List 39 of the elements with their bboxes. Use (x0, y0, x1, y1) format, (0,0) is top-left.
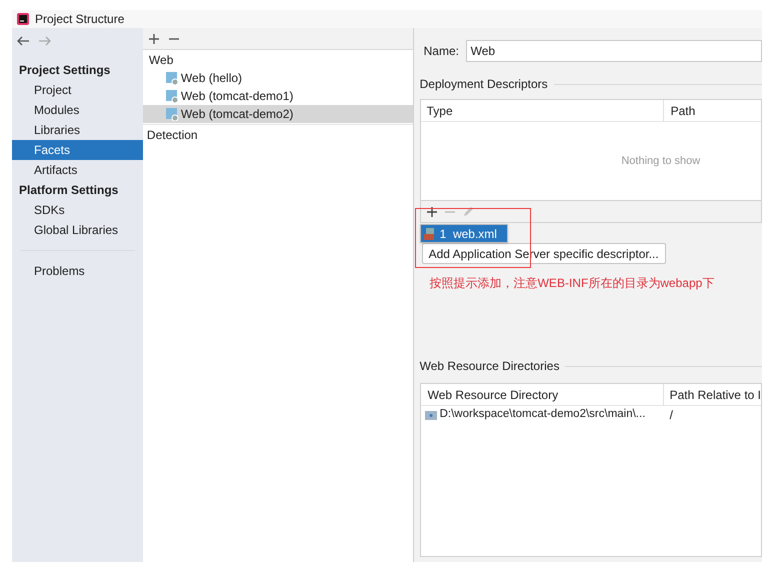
folder-icon (424, 410, 437, 420)
name-field[interactable]: Web (466, 40, 762, 62)
pencil-icon[interactable] (462, 206, 474, 217)
sidebar-item[interactable]: Project (12, 80, 143, 100)
section-title: Deployment Descriptors (420, 76, 548, 93)
table-cell-text: / (668, 407, 673, 424)
tree-item[interactable]: Web (tomcat-demo2) (142, 105, 413, 123)
web-facet-icon (166, 108, 179, 120)
column-header[interactable]: Path (664, 100, 761, 121)
xml-file-icon (424, 228, 436, 240)
sidebar-item[interactable]: Libraries (12, 120, 143, 140)
tree-group-label: Detection (142, 124, 413, 144)
tree-item[interactable]: Web (tomcat-demo1) (142, 87, 413, 105)
column-header[interactable]: Type (420, 100, 664, 121)
back-arrow-icon[interactable] (16, 36, 30, 46)
window-title: Project Structure (35, 11, 124, 28)
section-heading: Project Settings (18, 62, 112, 79)
tree-group-label: Web (148, 52, 174, 69)
sidebar-item[interactable]: Modules (12, 100, 143, 120)
sidebar-item[interactable]: Artifacts (12, 160, 143, 180)
popup-menu-item[interactable]: 1 web.xml (420, 225, 507, 242)
column-header[interactable]: Web Resource Directory (420, 384, 664, 405)
section-title: Web Resource Directories (420, 358, 560, 375)
app-logo-icon (17, 13, 29, 25)
empty-message: Nothing to show (620, 154, 700, 169)
add-icon[interactable] (148, 34, 159, 44)
column-header[interactable]: Path Relative to I (664, 384, 761, 405)
web-facet-icon (166, 90, 179, 102)
name-label: Name: (422, 43, 460, 60)
section-heading: Platform Settings (18, 182, 120, 199)
annotation-note: 按照提示添加，注意WEB-INF所在的目录为webapp下 (428, 275, 716, 292)
add-icon[interactable] (426, 206, 437, 216)
tree-item[interactable]: Web (hello) (142, 69, 413, 87)
web-facet-icon (166, 72, 179, 84)
sidebar-item[interactable]: Problems (12, 261, 143, 281)
sidebar-item[interactable]: Facets (12, 140, 143, 160)
sidebar-item[interactable]: SDKs (12, 200, 143, 220)
table-cell: D:\workspace\tomcat-demo2\src\main\... (420, 406, 664, 424)
sidebar-item[interactable]: Global Libraries (12, 220, 143, 240)
